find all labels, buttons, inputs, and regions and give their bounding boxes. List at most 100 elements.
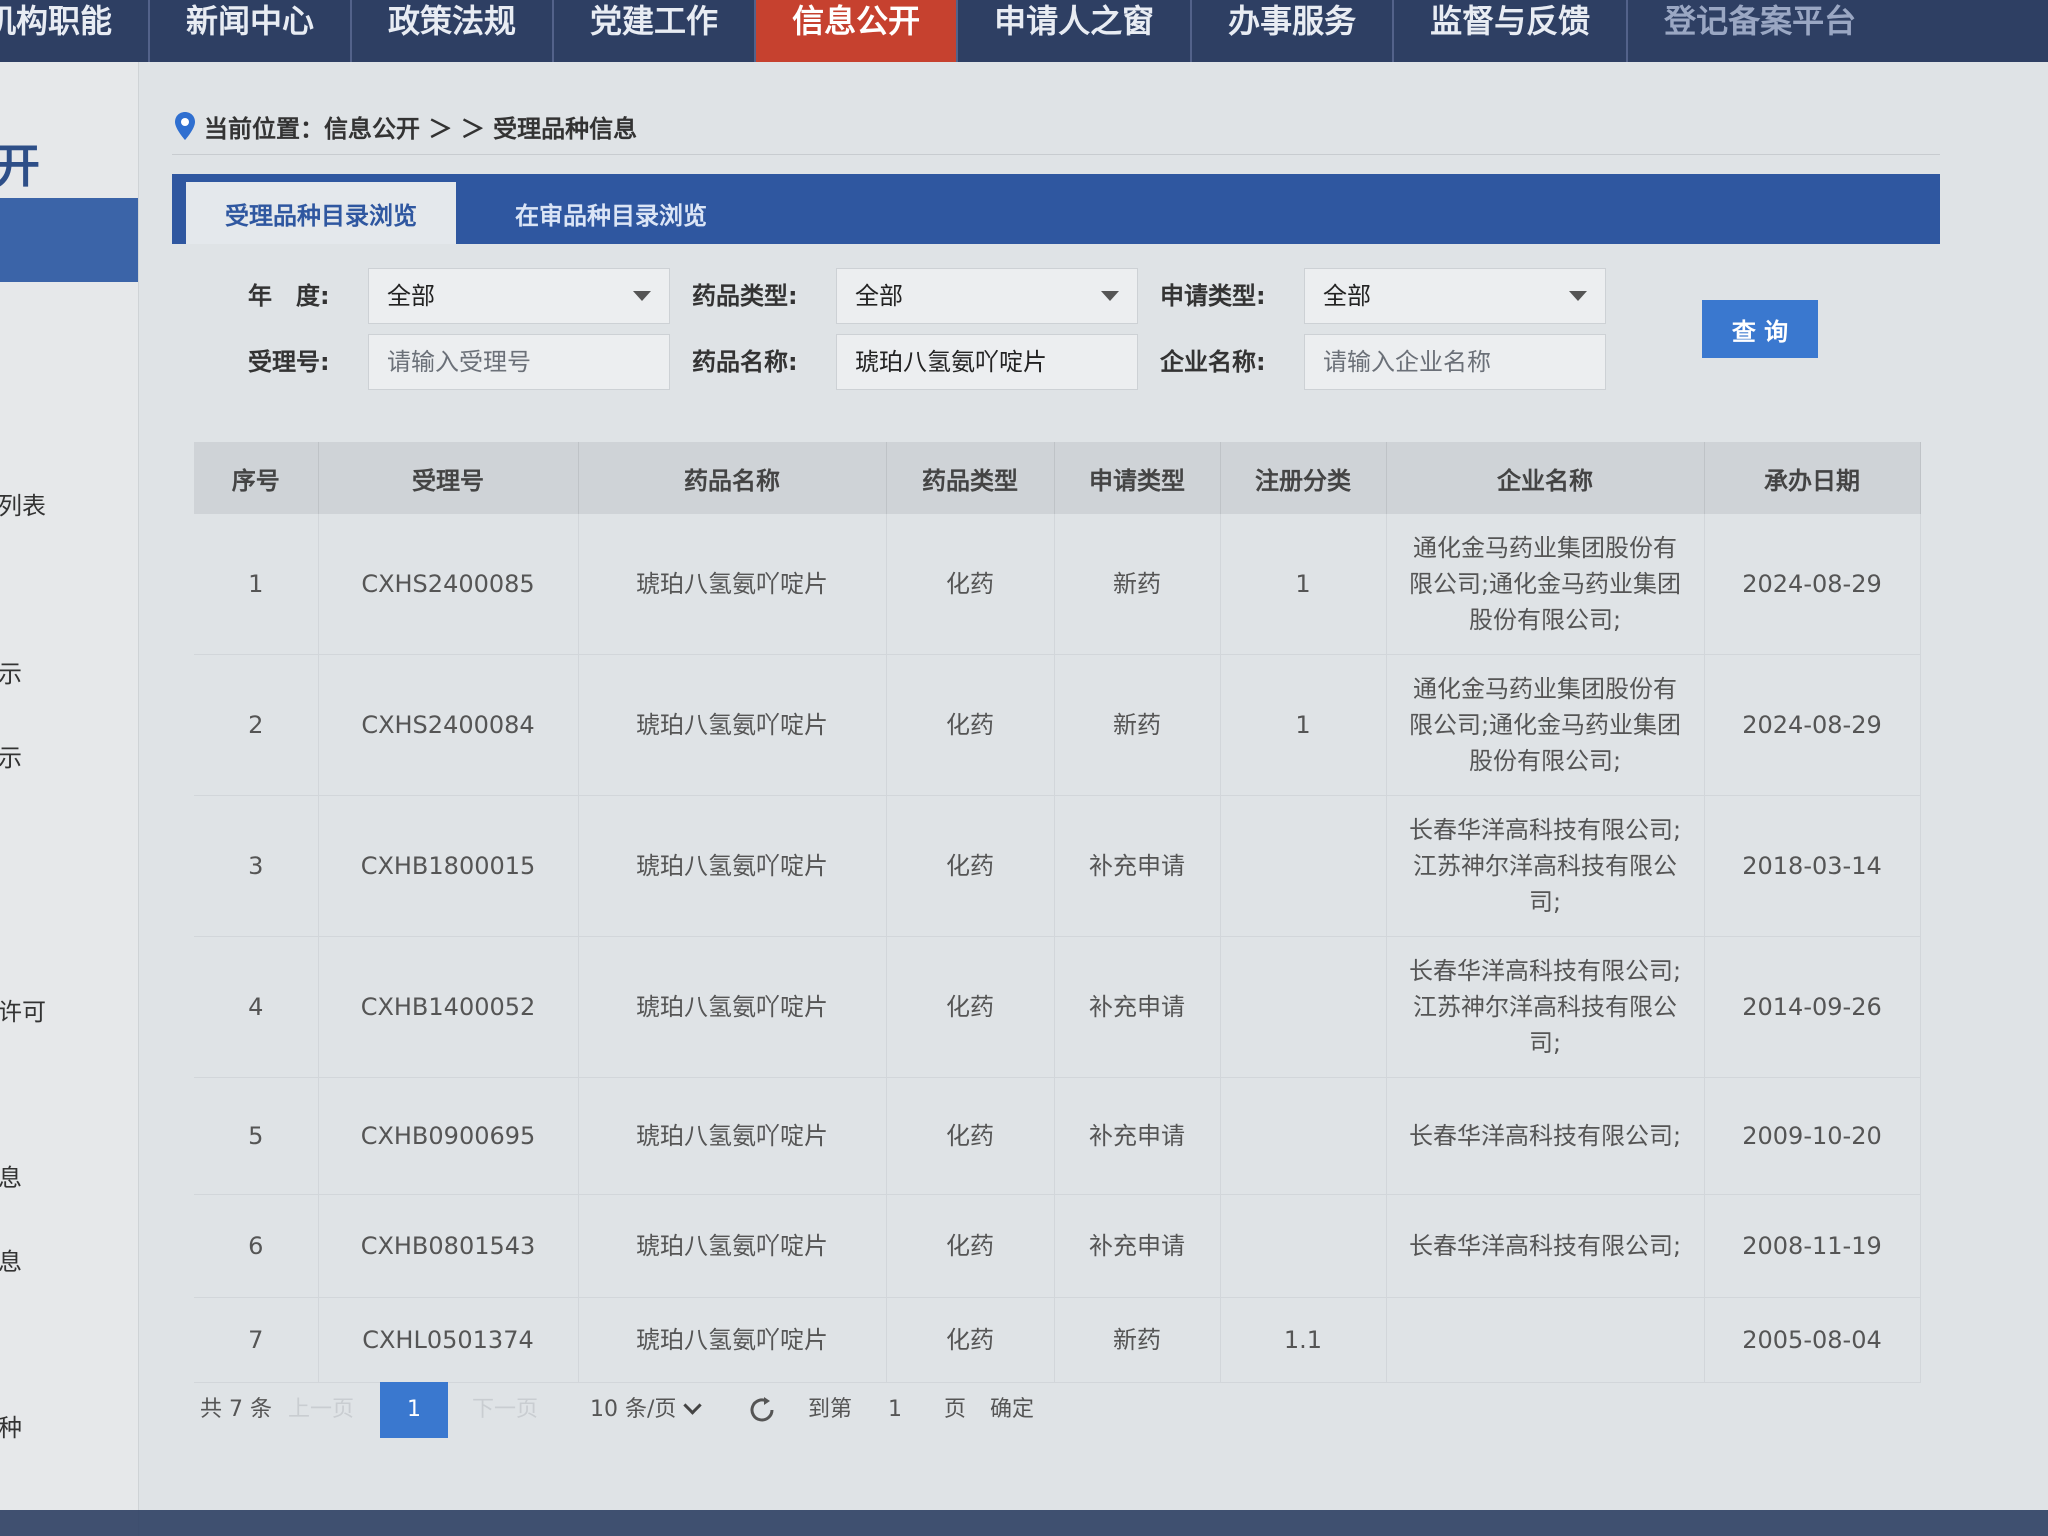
sidebar-active-item[interactable] <box>0 198 138 282</box>
cell-reg-class: 1 <box>1220 514 1387 655</box>
sidebar-item[interactable]: 许可 <box>0 992 46 1027</box>
prev-page-button[interactable]: 上一页 <box>288 1382 354 1438</box>
company-input[interactable]: 请输入企业名称 <box>1304 334 1606 390</box>
accept-no-label: 受理号: <box>248 348 330 376</box>
cell-drug-name: 琥珀八氢氨吖啶片 <box>578 514 887 655</box>
refresh-icon[interactable] <box>746 1394 778 1426</box>
accept-no-input[interactable]: 请输入受理号 <box>368 334 670 390</box>
sidebar-item[interactable]: 示 <box>0 654 22 689</box>
table-header-row: 序号 受理号 药品名称 药品类型 申请类型 注册分类 企业名称 承办日期 <box>194 442 1921 514</box>
cell-company <box>1386 1297 1705 1383</box>
column-header: 序号 <box>194 442 319 514</box>
column-header: 企业名称 <box>1386 442 1705 514</box>
apply-type-select-value: 全部 <box>1323 282 1371 310</box>
sidebar-item[interactable]: 示 <box>0 738 22 773</box>
column-header: 注册分类 <box>1220 442 1387 514</box>
tab-bar: 受理品种目录浏览 在审品种目录浏览 <box>172 174 1940 244</box>
cell-accept-no: CXHB0900695 <box>318 1077 579 1195</box>
year-select[interactable]: 全部 <box>368 268 670 324</box>
column-header: 承办日期 <box>1704 442 1921 514</box>
cell-accept-no: CXHB1800015 <box>318 795 579 937</box>
cell-drug-name: 琥珀八氢氨吖啶片 <box>578 1297 887 1383</box>
cell-reg-class: 1 <box>1220 654 1387 796</box>
query-button[interactable]: 查 询 <box>1702 300 1818 358</box>
column-header: 申请类型 <box>1054 442 1221 514</box>
breadcrumb: 当前位置：信息公开 ＞ ＞ 受理品种信息 <box>172 106 637 146</box>
confirm-button[interactable]: 确定 <box>990 1382 1034 1438</box>
cell-drug-type: 化药 <box>886 1194 1055 1298</box>
cell-company: 长春华洋高科技有限公司;江苏神尔洋高科技有限公司; <box>1386 795 1705 937</box>
sidebar-item[interactable]: 列表 <box>0 486 46 521</box>
cell-drug-name: 琥珀八氢氨吖啶片 <box>578 1194 887 1298</box>
cell-index: 5 <box>194 1077 319 1195</box>
page-number-button[interactable]: 1 <box>380 1382 448 1438</box>
table-row[interactable]: 5 CXHB0900695 琥珀八氢氨吖啶片 化药 补充申请 长春华洋高科技有限… <box>194 1077 1921 1195</box>
page-size-value: 10 条/页 <box>590 1397 677 1422</box>
main-content: 当前位置：信息公开 ＞ ＞ 受理品种信息 受理品种目录浏览 在审品种目录浏览 年… <box>172 62 1948 1536</box>
nav-item-feedback[interactable]: 监督与反馈 <box>1394 0 1629 62</box>
filter-form: 年 度: 全部 药品类型: 全部 申请类型: 全部 受理号: 请输入受理号 药品… <box>192 262 1922 396</box>
nav-item-party[interactable]: 党建工作 <box>554 0 757 62</box>
cell-drug-name: 琥珀八氢氨吖啶片 <box>578 1077 887 1195</box>
drug-type-select[interactable]: 全部 <box>836 268 1138 324</box>
divider <box>172 154 1940 155</box>
year-select-value: 全部 <box>387 282 435 310</box>
cell-accept-no: CXHS2400085 <box>318 514 579 655</box>
table-row[interactable]: 7 CXHL0501374 琥珀八氢氨吖啶片 化药 新药 1.1 2005-08… <box>194 1297 1921 1383</box>
cell-date: 2024-08-29 <box>1704 654 1921 796</box>
cell-index: 7 <box>194 1297 319 1383</box>
cell-accept-no: CXHL0501374 <box>318 1297 579 1383</box>
cell-date: 2024-08-29 <box>1704 514 1921 655</box>
nav-item-org[interactable]: 机构职能 <box>0 0 151 62</box>
cell-drug-type: 化药 <box>886 936 1055 1078</box>
cell-apply-type: 补充申请 <box>1054 936 1221 1078</box>
cell-drug-type: 化药 <box>886 1077 1055 1195</box>
total-count: 共 7 条 <box>200 1397 272 1422</box>
sidebar-item[interactable]: 息 <box>0 1158 22 1193</box>
tab-accepted-catalog[interactable]: 受理品种目录浏览 <box>186 182 456 244</box>
cell-drug-type: 化药 <box>886 795 1055 937</box>
apply-type-label: 申请类型: <box>1160 282 1266 310</box>
nav-item-info-public[interactable]: 信息公开 <box>756 0 959 62</box>
table-row[interactable]: 1 CXHS2400085 琥珀八氢氨吖啶片 化药 新药 1 通化金马药业集团股… <box>194 514 1921 655</box>
cell-company: 长春华洋高科技有限公司;江苏神尔洋高科技有限公司; <box>1386 936 1705 1078</box>
cell-reg-class <box>1220 795 1387 937</box>
tab-under-review-catalog[interactable]: 在审品种目录浏览 <box>456 182 766 244</box>
nav-item-applicant[interactable]: 申请人之窗 <box>958 0 1193 62</box>
cell-apply-type: 补充申请 <box>1054 1077 1221 1195</box>
top-nav: 机构职能 新闻中心 政策法规 党建工作 信息公开 申请人之窗 办事服务 监督与反… <box>0 0 2048 62</box>
year-label: 年 度: <box>248 282 330 310</box>
drug-name-input[interactable]: 琥珀八氢氨吖啶片 <box>836 334 1138 390</box>
chevron-down-icon <box>1569 291 1587 301</box>
cell-index: 6 <box>194 1194 319 1298</box>
table-row[interactable]: 6 CXHB0801543 琥珀八氢氨吖啶片 化药 补充申请 长春华洋高科技有限… <box>194 1194 1921 1298</box>
breadcrumb-text: 当前位置：信息公开 ＞ ＞ 受理品种信息 <box>204 114 638 143</box>
page-unit-label: 页 <box>944 1397 967 1422</box>
nav-item-policy[interactable]: 政策法规 <box>352 0 555 62</box>
goto-page-input[interactable]: 1 <box>888 1382 902 1438</box>
goto-label: 到第 <box>808 1397 853 1422</box>
cell-reg-class <box>1220 936 1387 1078</box>
location-pin-icon <box>175 112 195 140</box>
chevron-down-icon <box>633 291 651 301</box>
cell-apply-type: 新药 <box>1054 514 1221 655</box>
table-row[interactable]: 2 CXHS2400084 琥珀八氢氨吖啶片 化药 新药 1 通化金马药业集团股… <box>194 654 1921 796</box>
sidebar-item[interactable]: 息 <box>0 1242 22 1277</box>
cell-accept-no: CXHB0801543 <box>318 1194 579 1298</box>
nav-item-registration[interactable]: 登记备案平台 <box>1628 0 1892 62</box>
nav-item-service[interactable]: 办事服务 <box>1192 0 1395 62</box>
sidebar-item[interactable]: 种 <box>0 1408 22 1443</box>
cell-drug-type: 化药 <box>886 654 1055 796</box>
table-row[interactable]: 3 CXHB1800015 琥珀八氢氨吖啶片 化药 补充申请 长春华洋高科技有限… <box>194 795 1921 937</box>
nav-item-news[interactable]: 新闻中心 <box>150 0 353 62</box>
next-page-button[interactable]: 下一页 <box>472 1382 538 1438</box>
cell-date: 2014-09-26 <box>1704 936 1921 1078</box>
cell-company: 通化金马药业集团股份有限公司;通化金马药业集团股份有限公司; <box>1386 514 1705 655</box>
column-header: 药品名称 <box>578 442 887 514</box>
cell-reg-class <box>1220 1077 1387 1195</box>
cell-index: 1 <box>194 514 319 655</box>
apply-type-select[interactable]: 全部 <box>1304 268 1606 324</box>
table-row[interactable]: 4 CXHB1400052 琥珀八氢氨吖啶片 化药 补充申请 长春华洋高科技有限… <box>194 936 1921 1078</box>
sidebar: 开 列表 示 示 许可 息 息 种 <box>0 62 139 1536</box>
page-size-select[interactable]: 10 条/页 <box>590 1382 703 1438</box>
